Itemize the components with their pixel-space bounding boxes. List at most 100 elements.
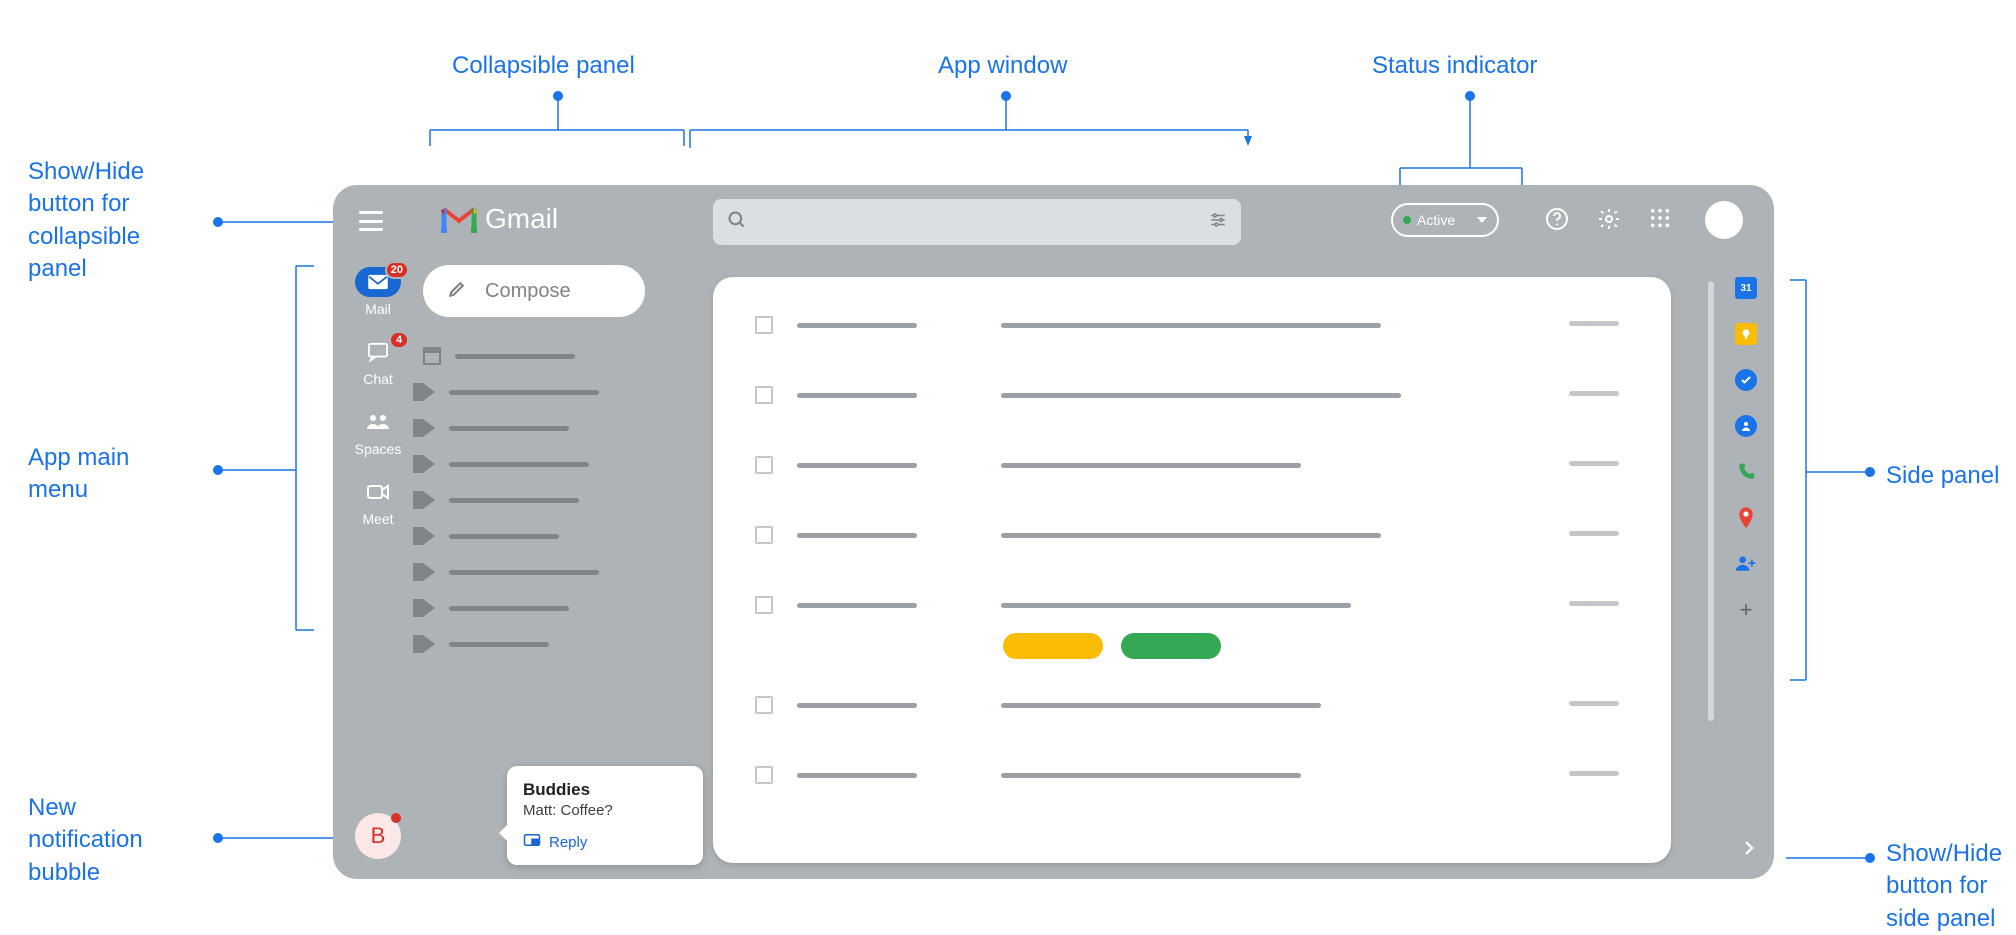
- attachment-chips: [1003, 633, 1221, 659]
- notification-title: Buddies: [523, 780, 687, 800]
- label-icon: [423, 491, 435, 509]
- tasks-icon[interactable]: [1735, 369, 1757, 391]
- notification-dot-icon: [391, 813, 401, 823]
- checkbox[interactable]: [755, 596, 773, 614]
- help-button[interactable]: [1545, 207, 1569, 236]
- rail-label: Mail: [365, 301, 391, 317]
- keep-icon[interactable]: [1735, 323, 1757, 345]
- gmail-app-frame: Gmail Active 20 Mail 4: [333, 185, 1774, 879]
- main-menu-toggle-button[interactable]: [359, 211, 383, 231]
- label-icon: [423, 527, 435, 545]
- chat-badge: 4: [389, 331, 409, 349]
- folder-label-placeholder: [449, 570, 599, 575]
- voice-icon[interactable]: [1735, 461, 1757, 483]
- notification-reply-button[interactable]: Reply: [523, 833, 687, 851]
- product-name-text: Gmail: [485, 203, 558, 235]
- search-input[interactable]: [713, 199, 1241, 245]
- folder-label-placeholder: [449, 606, 569, 611]
- folder-item[interactable]: [423, 383, 673, 401]
- mail-icon: 20: [355, 267, 401, 297]
- reply-icon: [523, 833, 541, 851]
- label-icon: [423, 563, 435, 581]
- annotation-app-window: App window: [938, 50, 1067, 82]
- folder-label-placeholder: [449, 462, 589, 467]
- folder-item[interactable]: [423, 563, 673, 581]
- chip-icon[interactable]: [1121, 633, 1221, 659]
- status-indicator-button[interactable]: Active: [1391, 203, 1499, 237]
- compose-button[interactable]: Compose: [423, 265, 645, 317]
- chevron-down-icon: [1477, 217, 1487, 223]
- annotation-collapsible-panel: Collapsible panel: [452, 50, 635, 82]
- checkbox[interactable]: [755, 766, 773, 784]
- side-panel: +: [1718, 277, 1774, 879]
- folder-item[interactable]: [423, 455, 673, 473]
- mail-row[interactable]: [755, 453, 1301, 477]
- folder-item[interactable]: [423, 419, 673, 437]
- mail-row[interactable]: [755, 693, 1321, 717]
- folder-inbox[interactable]: [423, 347, 673, 365]
- collapsible-panel: Compose Buddies Matt: Coffee? Reply: [423, 265, 673, 871]
- add-people-icon[interactable]: [1735, 553, 1757, 575]
- notification-popover: Buddies Matt: Coffee? Reply: [507, 766, 703, 865]
- status-text: Active: [1417, 212, 1455, 228]
- folder-item[interactable]: [423, 491, 673, 509]
- rail-label: Chat: [363, 371, 393, 387]
- folder-item[interactable]: [423, 527, 673, 545]
- rail-label: Spaces: [355, 441, 402, 457]
- annotation-side-toggle: Show/Hidebutton forside panel: [1886, 838, 2002, 935]
- get-addons-button[interactable]: +: [1735, 599, 1757, 621]
- mail-row[interactable]: [755, 763, 1301, 787]
- rail-item-spaces[interactable]: Spaces: [333, 407, 423, 457]
- scrollbar[interactable]: [1708, 281, 1714, 721]
- top-bar: Gmail Active: [333, 185, 1774, 257]
- product-logo[interactable]: Gmail: [441, 203, 558, 235]
- mail-row[interactable]: [755, 593, 1351, 617]
- chip-icon[interactable]: [1003, 633, 1103, 659]
- settings-button[interactable]: [1597, 207, 1621, 236]
- notification-message: Matt: Coffee?: [523, 802, 687, 819]
- notification-bubble[interactable]: B: [355, 813, 401, 859]
- label-icon: [423, 419, 435, 437]
- rail-item-mail[interactable]: 20 Mail: [333, 267, 423, 317]
- label-icon: [423, 455, 435, 473]
- compose-label: Compose: [485, 280, 571, 303]
- folder-label-placeholder: [449, 390, 599, 395]
- google-apps-button[interactable]: [1649, 207, 1671, 234]
- contacts-icon[interactable]: [1735, 415, 1757, 437]
- gmail-m-icon: [441, 205, 477, 233]
- folder-item[interactable]: [423, 635, 673, 653]
- annotation-side-panel: Side panel: [1886, 460, 1999, 492]
- label-icon: [423, 383, 435, 401]
- maps-icon[interactable]: [1735, 507, 1757, 529]
- calendar-icon[interactable]: [1735, 277, 1757, 299]
- reply-label: Reply: [549, 834, 587, 851]
- folder-item[interactable]: [423, 599, 673, 617]
- side-panel-toggle-button[interactable]: [1734, 833, 1764, 863]
- checkbox[interactable]: [755, 316, 773, 334]
- app-window-mail-list: [713, 277, 1671, 863]
- label-icon: [423, 599, 435, 617]
- folder-label-placeholder: [449, 534, 559, 539]
- folder-label-placeholder: [455, 354, 575, 359]
- mail-row[interactable]: [755, 523, 1381, 547]
- spaces-icon: [355, 407, 401, 437]
- folder-label-placeholder: [449, 498, 579, 503]
- rail-item-meet[interactable]: Meet: [333, 477, 423, 527]
- mail-row[interactable]: [755, 383, 1401, 407]
- checkbox[interactable]: [755, 526, 773, 544]
- account-avatar-button[interactable]: [1705, 201, 1743, 239]
- app-main-menu: 20 Mail 4 Chat Spaces Meet B: [333, 257, 423, 879]
- checkbox[interactable]: [755, 456, 773, 474]
- label-icon: [423, 635, 435, 653]
- pencil-icon: [447, 279, 467, 304]
- mail-badge: 20: [385, 261, 409, 279]
- rail-label: Meet: [362, 511, 393, 527]
- checkbox[interactable]: [755, 696, 773, 714]
- mail-row[interactable]: [755, 313, 1381, 337]
- chat-icon: 4: [355, 337, 401, 367]
- search-options-icon[interactable]: [1209, 211, 1227, 234]
- notification-avatar-letter: B: [371, 823, 386, 849]
- checkbox[interactable]: [755, 386, 773, 404]
- inbox-icon: [423, 347, 441, 365]
- rail-item-chat[interactable]: 4 Chat: [333, 337, 423, 387]
